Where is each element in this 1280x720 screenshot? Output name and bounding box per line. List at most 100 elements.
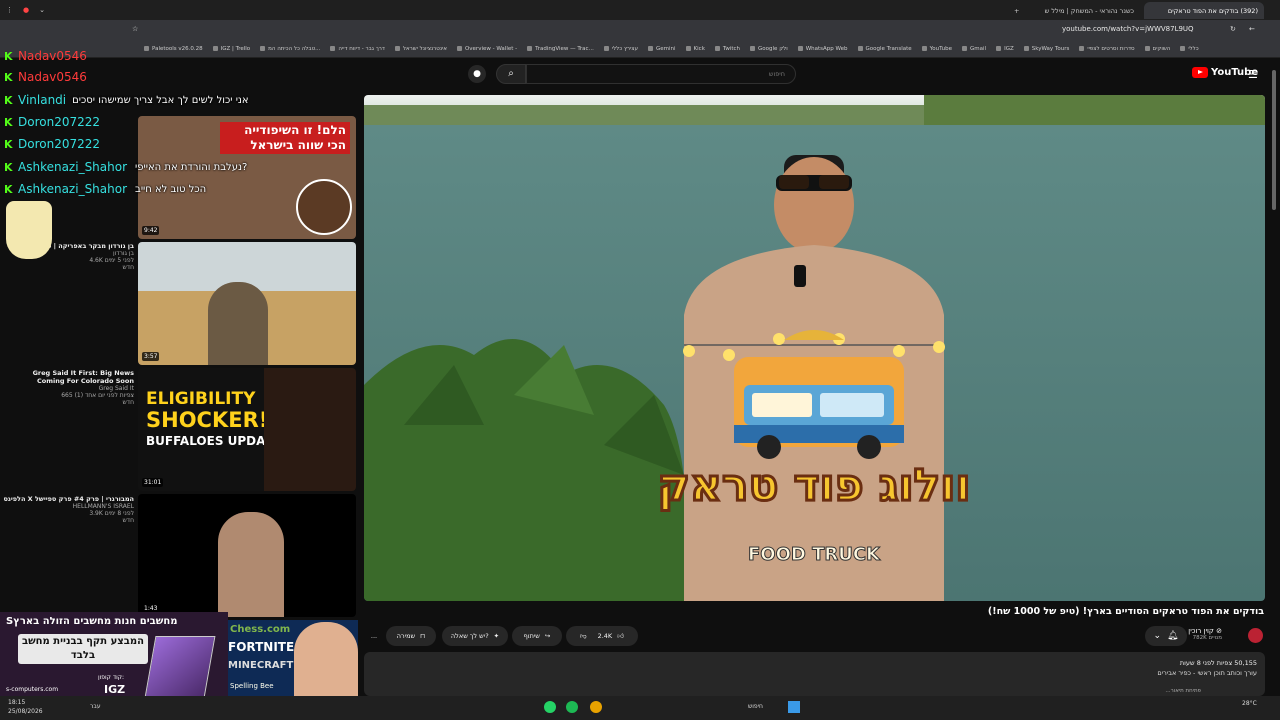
windows-start-icon[interactable] xyxy=(788,701,800,713)
kick-icon: K xyxy=(4,70,13,84)
chat-user: Doron207222 xyxy=(18,115,101,129)
promo-site: s-computers.com xyxy=(6,686,59,693)
bookmark-item[interactable]: IGZ xyxy=(996,46,1014,52)
video-player[interactable]: וולוג פוד טראק FOOD TRUCK xyxy=(364,95,1265,601)
back-icon[interactable]: ← xyxy=(1249,25,1255,33)
chat-line: K Ashkenazi_Shahor נעלבת והורדת את האייפי? xyxy=(4,160,247,174)
chat-line: K Ashkenazi_Shahor הכל טוב לא חייב xyxy=(4,182,206,196)
bookmark-item[interactable]: Gmail xyxy=(962,46,986,52)
bookmark-item[interactable]: Kick xyxy=(686,46,705,52)
bookmark-item[interactable]: השוקים xyxy=(1145,46,1171,52)
bookmark-item[interactable]: YouTube xyxy=(922,46,952,52)
pc-case-icon xyxy=(144,636,216,698)
bookmark-item[interactable]: TradingView — Trac... xyxy=(527,46,594,52)
bookmark-item[interactable]: טבלה כל הכיתה המ... xyxy=(260,46,320,52)
bell-icon: 🔔︎ xyxy=(1167,631,1179,641)
bookmark-item[interactable]: SkyWay Tours xyxy=(1024,46,1070,52)
chat-message: נעלבת והורדת את האייפי? xyxy=(135,161,248,173)
save-button[interactable]: שמירה ⊓ xyxy=(386,626,436,646)
kick-icon: K xyxy=(4,160,13,174)
description-box[interactable]: 50,155 צפיות לפני 8 שעות עורך וכותב תוכן… xyxy=(364,652,1265,696)
clock-date: 25/08/2026 xyxy=(8,708,43,715)
video-actions: ... שמירה ⊓ יש לך שאלה? ✦ שיתוף ↪ 👎︎ 2.4K 👍… xyxy=(364,626,1265,648)
menu-dots-icon[interactable]: ⋮ xyxy=(6,6,13,14)
description-line: עורך וכותב תוכן ראשי - כפיר אבירים xyxy=(1157,669,1257,677)
bookmark-item[interactable]: אינטרנציונל ישראל xyxy=(395,46,447,52)
url-field[interactable]: youtube.com/watch?v=jWWV87L9UQ xyxy=(1062,25,1194,33)
bookmark-item[interactable]: IGZ | Trello xyxy=(213,46,251,52)
star-icon[interactable]: ☆ xyxy=(132,25,138,33)
like-icon[interactable]: 👍︎ xyxy=(617,632,624,640)
bookmark-item[interactable]: סדרות וסרטים לצפיי xyxy=(1079,46,1134,52)
chat-line: K Vinlandi אני יכול לשים לך אבל צריך שמישה… xyxy=(4,93,249,107)
subscribe-bell-button[interactable]: ⌄ 🔔︎ xyxy=(1145,626,1187,646)
thumb-title: הלם! זו השיפודייה הכי שווה בישראל xyxy=(220,122,350,154)
channel-name: קוין רוכין ⊘ xyxy=(1188,627,1222,635)
chrome-icon[interactable] xyxy=(590,701,602,713)
like-dislike-group: 👎︎ 2.4K 👍︎ xyxy=(566,626,638,646)
taskbar: חיפוש 18:15 25/08/2026 עבר 28°C xyxy=(0,696,1280,720)
related-video-thumb-2[interactable]: 3:57 xyxy=(138,242,356,365)
chess-ad: Chess.com FORTNITE MINECRAFT Spelling Be… xyxy=(228,620,358,696)
description-more[interactable]: פתיחת תיאור... xyxy=(1165,688,1201,694)
tab-youtube-video[interactable]: (392) בודקים את הפוד טראקים xyxy=(1144,2,1264,19)
bookmark-item[interactable]: Overview - Wallet - xyxy=(457,46,517,52)
taskbar-search[interactable]: חיפוש xyxy=(748,703,763,710)
bookmark-item[interactable]: Gemini xyxy=(648,46,676,52)
chat-user: Ashkenazi_Shahor xyxy=(18,160,128,174)
whatsapp-icon[interactable] xyxy=(544,701,556,713)
lang-indicator[interactable]: עבר xyxy=(90,703,101,710)
search-icon[interactable]: ⌕ xyxy=(496,64,526,84)
chat-line: K Nadav0546 xyxy=(4,49,87,63)
channel-avatar[interactable] xyxy=(1248,628,1263,643)
hamburger-menu-icon[interactable]: ☰ xyxy=(1248,68,1258,81)
reload-icon[interactable]: ↻ xyxy=(1230,25,1236,33)
coupon-code: IGZ xyxy=(104,683,126,696)
related-video-thumb-1[interactable]: הלם! זו השיפודייה הכי שווה בישראל 9:42 xyxy=(138,116,356,239)
bookmark-item[interactable]: עצירץ כללי xyxy=(604,46,638,52)
related-info-3[interactable]: Greg Said It First: Big News Coming For … xyxy=(6,369,134,406)
dislike-icon[interactable]: 👎︎ xyxy=(580,632,587,640)
kick-icon: K xyxy=(4,182,13,196)
tab-new-button[interactable]: + xyxy=(1008,2,1022,19)
related-info-2[interactable]: בן גורדון מבקר באפריקה | פרק בן גורדון 4… xyxy=(38,242,134,271)
promo-subtitle: המבצע תקף בבניית מחשב בלבד xyxy=(18,634,148,664)
related-info-4[interactable]: הלפיגס X המבורגרי | פרק #4 פרק ספיישל HE… xyxy=(4,495,135,524)
sponsor-banner: Sמחשבים חנות מחשבים הזולה בארץ המבצע תקף… xyxy=(0,612,228,704)
channel-info[interactable]: קוין רוכין ⊘ 782K מנויים xyxy=(1188,627,1222,641)
bookmarks-bar: Paletools v26.0.28 IGZ | Trello טבלה כל הכ… xyxy=(0,42,1280,58)
share-icon: ↪ xyxy=(544,632,551,640)
bookmark-item[interactable]: כללי xyxy=(1180,46,1198,52)
extension-icon[interactable]: ● xyxy=(23,6,29,14)
mic-icon[interactable]: ● xyxy=(468,65,486,83)
tab-game[interactable]: כשנר נהוראי - המשחק | מילל ש xyxy=(1026,2,1140,19)
bookmark-item[interactable]: Google ולק xyxy=(750,46,788,52)
chat-user: Vinlandi xyxy=(18,93,67,107)
bookmark-item[interactable]: Google Translate xyxy=(858,46,912,52)
chat-user: Ashkenazi_Shahor xyxy=(18,182,128,196)
scrollbar[interactable] xyxy=(1270,64,1278,696)
video-duration: 3:57 xyxy=(142,352,160,361)
tab-label: כשנר נהוראי - המשחק | מילל ש xyxy=(1044,6,1134,15)
bookmark-item[interactable]: WhatsApp Web xyxy=(798,46,848,52)
browser-tab-strip: ⋮ ● ⌄ + כשנר נהוראי - המשחק | מילל ש (39… xyxy=(0,0,1280,20)
chat-user: Nadav0546 xyxy=(18,70,87,84)
bookmark-item[interactable]: דרך גבר - דיווח דייה xyxy=(330,46,384,52)
chevron-down-icon: ⌄ xyxy=(1153,631,1162,641)
tab-search-icon[interactable]: ⌄ xyxy=(39,6,45,14)
chat-line: K Nadav0546 xyxy=(4,70,87,84)
related-video-thumb-3[interactable]: ELIGIBILITY SHOCKER! BUFFALOES UPDATE 31… xyxy=(138,368,356,491)
bookmark-item[interactable]: Paletools v26.0.28 xyxy=(144,46,203,52)
related-video-thumb-4[interactable]: 1:43 xyxy=(138,494,356,617)
ask-button[interactable]: יש לך שאלה? ✦ xyxy=(442,626,508,646)
bookmark-item[interactable]: Twitch xyxy=(715,46,740,52)
promo-title: Sמחשבים חנות מחשבים הזולה בארץ xyxy=(6,616,178,627)
share-button[interactable]: שיתוף ↪ xyxy=(512,626,562,646)
tab-label: (392) בודקים את הפוד טראקים xyxy=(1167,6,1258,15)
spotify-icon[interactable] xyxy=(566,701,578,713)
weather-temp: 28°C xyxy=(1242,700,1257,707)
search-input[interactable] xyxy=(526,64,796,84)
overlay-title-en: FOOD TRUCK xyxy=(748,544,881,565)
more-button[interactable]: ... xyxy=(364,626,384,646)
address-bar: ← ↻ ☆ youtube.com/watch?v=jWWV87L9UQ xyxy=(0,20,1280,42)
